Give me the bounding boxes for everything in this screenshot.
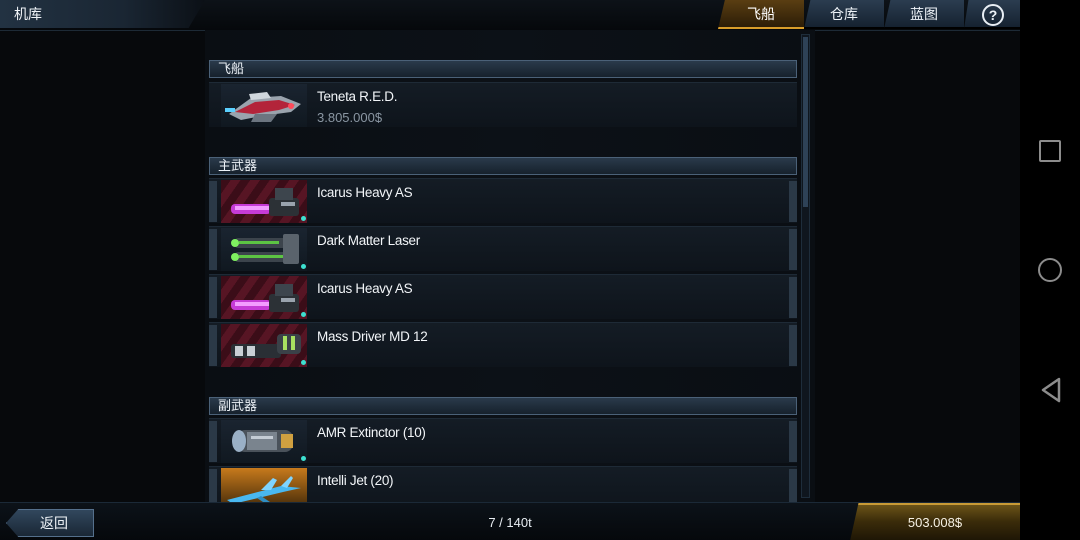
status-dot xyxy=(301,360,306,365)
item-edge xyxy=(789,277,797,318)
item-edge xyxy=(789,325,797,366)
list-item-weapon[interactable]: Icarus Heavy AS xyxy=(209,178,797,223)
status-dot xyxy=(301,312,306,317)
list-item-weapon[interactable]: Intelli Jet (20) xyxy=(209,466,797,502)
list-scrollbar[interactable] xyxy=(801,34,810,498)
item-edge xyxy=(209,469,217,502)
list-item-weapon[interactable]: AMR Extinctor (10) xyxy=(209,418,797,463)
item-edge xyxy=(209,325,217,366)
back-triangle-icon[interactable] xyxy=(1039,376,1063,404)
recent-apps-icon[interactable] xyxy=(1039,140,1061,162)
blue-rocket-icon xyxy=(221,468,307,502)
item-price: 3.805.000$ xyxy=(317,110,383,125)
green-laser-cannon-icon xyxy=(221,228,307,271)
top-bar: 机库 飞船 仓库 蓝图 ? xyxy=(0,0,1020,31)
section-header-secondary-weapons: 副武器 xyxy=(209,397,797,415)
item-edge xyxy=(789,469,797,502)
list-item-weapon[interactable]: Icarus Heavy AS xyxy=(209,274,797,319)
item-name: Dark Matter Laser xyxy=(317,233,420,248)
section-header-primary-weapons: 主武器 xyxy=(209,157,797,175)
item-edge xyxy=(209,181,217,222)
tab-ships[interactable]: 飞船 xyxy=(718,0,804,29)
item-edge xyxy=(209,229,217,270)
status-dot xyxy=(301,456,306,461)
mass-driver-cannon-icon xyxy=(221,324,307,367)
item-edge xyxy=(209,421,217,462)
credits-balance: 503.008$ xyxy=(850,503,1020,540)
item-name: AMR Extinctor (10) xyxy=(317,425,426,440)
list-item-weapon[interactable]: Dark Matter Laser xyxy=(209,226,797,271)
tab-warehouse[interactable]: 仓库 xyxy=(804,0,884,29)
list-item-weapon[interactable]: Mass Driver MD 12 xyxy=(209,322,797,367)
purple-laser-gun-icon xyxy=(221,180,307,223)
home-icon[interactable] xyxy=(1038,258,1062,282)
item-name: Icarus Heavy AS xyxy=(317,281,413,296)
spaceship-icon xyxy=(221,84,307,127)
missile-pod-icon xyxy=(221,420,307,463)
item-name: Icarus Heavy AS xyxy=(317,185,413,200)
item-edge xyxy=(209,277,217,318)
question-mark-icon: ? xyxy=(982,4,1004,26)
item-edge xyxy=(789,421,797,462)
item-edge xyxy=(789,229,797,270)
section-header-ships: 飞船 xyxy=(209,60,797,78)
system-navigation-bar xyxy=(1020,0,1080,540)
item-name: Mass Driver MD 12 xyxy=(317,329,428,344)
screen-title: 机库 xyxy=(0,0,205,28)
scrollbar-thumb[interactable] xyxy=(803,37,808,207)
item-name: Teneta R.E.D. xyxy=(317,89,398,104)
hangar-screen: 机库 飞船 仓库 蓝图 ? 飞船 Teneta R.E.D. 3.805.000 xyxy=(0,0,1020,540)
inventory-list[interactable]: 飞船 Teneta R.E.D. 3.805.000$ 主武器 Icarus H… xyxy=(205,30,815,502)
list-item-ship[interactable]: Teneta R.E.D. 3.805.000$ xyxy=(209,82,797,127)
item-name: Intelli Jet (20) xyxy=(317,473,394,488)
purple-laser-gun-icon xyxy=(221,276,307,319)
tab-blueprints[interactable]: 蓝图 xyxy=(884,0,964,29)
bottom-bar: 返回 7 / 140t 503.008$ xyxy=(0,502,1020,540)
item-edge xyxy=(789,181,797,222)
status-dot xyxy=(301,216,306,221)
help-button[interactable]: ? xyxy=(964,0,1020,29)
status-dot xyxy=(301,264,306,269)
